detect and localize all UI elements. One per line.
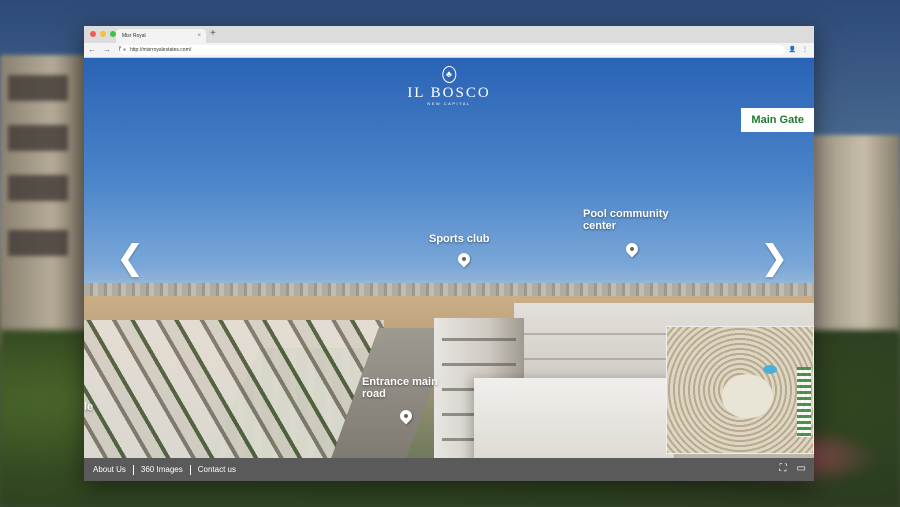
map-pin-icon[interactable] [623,240,641,258]
background-building-left [0,55,95,345]
background-window [8,230,68,256]
tree-logo-icon: ♣ [442,66,456,83]
arrow-left-icon[interactable]: ❮ [116,241,145,275]
browser-window: Misr Royal × + ← → ↻ ● http://misrroyale… [84,26,814,481]
minimap-legend [797,367,811,437]
hotspot-pool-community-center[interactable]: Pool community center [583,208,669,258]
account-icon[interactable]: 👤 [789,44,796,56]
footer-link-contact-us[interactable]: Contact us [198,465,236,474]
footer-icons: ⛶ ▭ [780,463,806,475]
minimize-window-button[interactable] [100,31,106,37]
window-controls [90,31,116,37]
vr-headset-icon[interactable]: ▭ [797,463,806,475]
footer-link-about-us[interactable]: About Us [93,465,126,474]
browser-tab[interactable]: Misr Royal × [116,29,206,43]
background-window [8,125,68,151]
url-text: http://misrroyalestates.com/ [130,47,192,53]
forward-button[interactable]: → [103,44,111,56]
footer-separator [132,464,134,475]
new-tab-button[interactable]: + [210,28,216,40]
minimap-lake [763,365,777,374]
floor-line [442,338,516,341]
background-window [8,75,68,101]
lock-icon: ● [123,47,127,53]
hotspot-label: Pool community center [583,208,669,232]
tab-title: Misr Royal [122,33,146,39]
site-minimap[interactable] [666,326,814,454]
background-window [8,175,68,201]
cut-off-hotspot-label: le [84,401,94,413]
main-gate-button[interactable]: Main Gate [741,108,814,132]
minimap-plan [667,327,813,453]
panorama-viewer[interactable]: ♣ IL BOSCO NEW CAPITAL Main Gate ❮ ❯ Spo… [84,58,814,458]
hotspot-sports-club[interactable]: Sports club [429,233,490,268]
hotspot-entrance-main-road[interactable]: Entrance main road [362,376,438,425]
address-bar: ← → ↻ ● http://misrroyalestates.com/ 👤 ⋮ [84,43,814,58]
floor-line [442,363,516,366]
project-logo: ♣ IL BOSCO NEW CAPITAL [407,66,490,106]
url-field[interactable]: ● http://misrroyalestates.com/ [120,45,785,55]
logo-title: IL BOSCO [407,85,491,101]
map-pin-icon[interactable] [455,250,473,268]
hotspot-label: Entrance main road [362,376,438,400]
tab-close-icon[interactable]: × [197,29,201,43]
arrow-right-icon[interactable]: ❯ [760,241,789,275]
apartment-roof-front [474,378,674,458]
footer-bar: About Us 360 Images Contact us ⛶ ▭ [84,458,814,481]
browser-tab-bar: Misr Royal × + [84,26,814,43]
logo-subtitle: NEW CAPITAL [427,101,471,106]
close-window-button[interactable] [90,31,96,37]
fullscreen-icon[interactable]: ⛶ [780,463,787,475]
hotspot-label: Sports club [429,233,490,245]
toolbar-right: 👤 ⋮ [789,44,808,56]
browser-menu-icon[interactable]: ⋮ [802,44,808,56]
background-building-right [810,135,900,335]
footer-links: About Us 360 Images Contact us [93,458,236,481]
back-button[interactable]: ← [88,44,96,56]
footer-link-360-images[interactable]: 360 Images [141,465,183,474]
footer-separator [189,464,191,475]
